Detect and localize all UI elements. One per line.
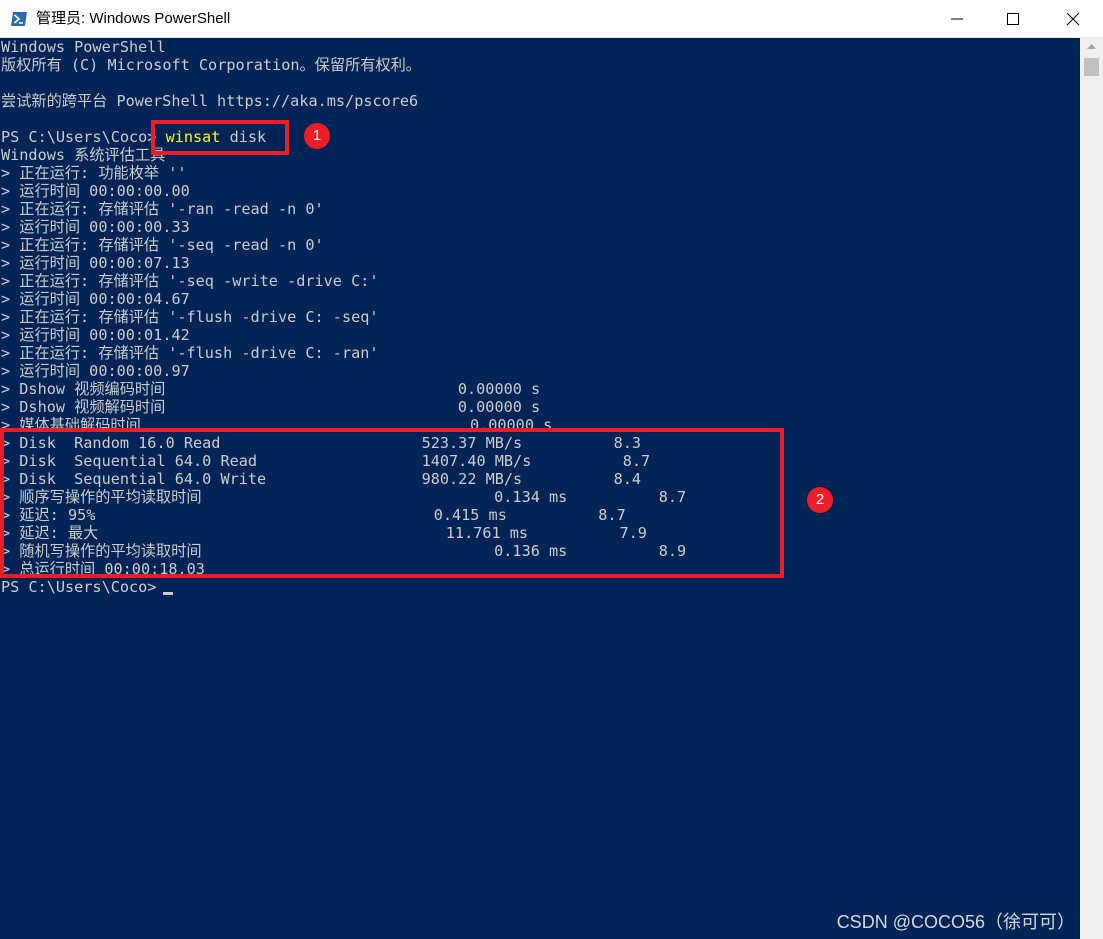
console-line: > 运行时间 00:00:00.97 <box>1 362 190 380</box>
console-line: 尝试新的跨平台 PowerShell https://aka.ms/pscore… <box>1 92 419 110</box>
console-line: > 正在运行: 存储评估 '-flush -drive C: -ran' <box>1 344 379 362</box>
console-line: > 运行时间 00:00:00.33 <box>1 218 190 236</box>
scrollbar-thumb[interactable] <box>1084 58 1099 76</box>
text-cursor <box>163 592 173 595</box>
console-line: > Dshow 视频解码时间 0.00000 s <box>1 398 541 416</box>
window-title: 管理员: Windows PowerShell <box>36 10 231 27</box>
console-line: > Dshow 视频编码时间 0.00000 s <box>1 380 541 398</box>
minimize-button[interactable] <box>929 0 985 38</box>
console-line: 版权所有 (C) Microsoft Corporation。保留所有权利。 <box>1 56 421 74</box>
close-icon <box>1066 12 1080 26</box>
console-line: Windows PowerShell <box>1 38 166 56</box>
console-line: > 正在运行: 存储评估 '-seq -read -n 0' <box>1 236 324 254</box>
console-line: > 运行时间 00:00:04.67 <box>1 290 190 308</box>
maximize-button[interactable] <box>985 0 1041 38</box>
watermark: CSDN @COCO56（徐可可） <box>836 912 1075 932</box>
scroll-up-button[interactable] <box>1080 38 1103 55</box>
console-line: > 正在运行: 存储评估 '-seq -write -drive C:' <box>1 272 379 290</box>
console-line: > 运行时间 00:00:07.13 <box>1 254 190 272</box>
title-bar[interactable]: 管理员: Windows PowerShell <box>0 0 1103 38</box>
annotation-box-results <box>0 428 784 578</box>
console-line: > 运行时间 00:00:01.42 <box>1 326 190 344</box>
powershell-icon <box>10 10 28 28</box>
console-line: Windows 系统评估工具 <box>1 146 166 164</box>
console-line: > 正在运行: 存储评估 '-ran -read -n 0' <box>1 200 324 218</box>
console-line: > 正在运行: 存储评估 '-flush -drive C: -seq' <box>1 308 379 326</box>
annotation-badge-2: 2 <box>807 487 833 513</box>
maximize-icon <box>1007 13 1019 25</box>
annotation-box-command <box>151 120 289 155</box>
console-line: > 运行时间 00:00:00.00 <box>1 182 190 200</box>
annotation-badge-1: 1 <box>304 123 330 149</box>
chevron-up-icon <box>1087 44 1096 49</box>
minimize-icon <box>951 18 963 20</box>
command-prompt: PS C:\Users\Coco> <box>1 128 166 146</box>
console-line: > 正在运行: 功能枚举 '' <box>1 164 187 182</box>
final-prompt: PS C:\Users\Coco> <box>1 578 166 596</box>
vertical-scrollbar[interactable] <box>1080 38 1103 939</box>
close-button[interactable] <box>1045 0 1101 38</box>
